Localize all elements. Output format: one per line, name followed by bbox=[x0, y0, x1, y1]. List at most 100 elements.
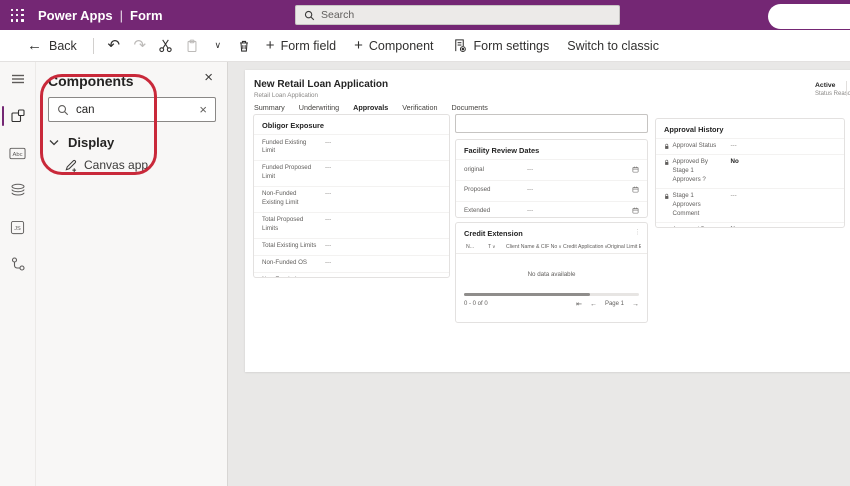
paste-dropdown-chevron[interactable]: ∨ bbox=[205, 30, 231, 62]
svg-text:JS: JS bbox=[14, 225, 21, 231]
calendar-icon[interactable] bbox=[632, 186, 639, 193]
left-rail: Abc JS bbox=[0, 62, 36, 486]
components-search-input[interactable]: can × bbox=[48, 97, 216, 122]
text-field-rail-icon[interactable]: Abc bbox=[0, 142, 36, 164]
scissors-icon bbox=[158, 38, 173, 53]
code-rail-icon[interactable]: JS bbox=[0, 216, 36, 238]
form-subtitle: Retail Loan Application bbox=[254, 92, 318, 99]
redo-icon: ↷ bbox=[134, 38, 147, 53]
search-placeholder: Search bbox=[321, 9, 354, 21]
close-icon[interactable]: × bbox=[204, 70, 213, 85]
delete-button[interactable] bbox=[231, 30, 257, 62]
date-field-row[interactable]: Extended --- bbox=[456, 201, 647, 218]
section-facility-review-dates: Facility Review Dates original --- Propo… bbox=[455, 139, 648, 218]
top-app-bar: Power Apps | Form Search bbox=[0, 0, 850, 30]
first-page-icon[interactable]: ⇤ bbox=[576, 300, 582, 308]
section-title: Approval History bbox=[656, 119, 844, 138]
table-header-row: N... T∨ Client Name & CIF No∨ Credit App… bbox=[456, 242, 647, 254]
section-credit-extension: Credit Extension ⋮ N... T∨ Client Name &… bbox=[455, 222, 648, 323]
back-arrow-icon: ← bbox=[27, 38, 42, 53]
add-form-field-button[interactable]: + Form field bbox=[257, 30, 345, 62]
lock-icon bbox=[664, 159, 670, 166]
redo-button[interactable]: ↷ bbox=[127, 30, 153, 62]
form-canvas: New Retail Loan Application Retail Loan … bbox=[228, 62, 850, 486]
column-header[interactable]: N... bbox=[466, 244, 488, 250]
form-preview[interactable]: New Retail Loan Application Retail Loan … bbox=[245, 70, 850, 372]
undo-button[interactable]: ↶ bbox=[101, 30, 127, 62]
column-header[interactable]: T∨ bbox=[488, 244, 506, 250]
field-row[interactable]: Non-Funded OS --- bbox=[254, 255, 449, 272]
field-row-locked[interactable]: Approval Status --- bbox=[656, 138, 844, 154]
trash-icon bbox=[237, 39, 251, 53]
field-row[interactable]: Funded Existing Limit --- bbox=[254, 134, 449, 160]
column-header[interactable]: Client Name & CIF No∨ bbox=[506, 244, 563, 250]
layers-rail-icon[interactable] bbox=[0, 179, 36, 201]
field-row-locked[interactable]: Approved By Stage 2 Approvers ? No bbox=[656, 222, 844, 228]
date-field-row[interactable]: Proposed --- bbox=[456, 180, 647, 201]
calendar-icon[interactable] bbox=[632, 166, 639, 173]
tree-view-rail-icon[interactable] bbox=[0, 253, 36, 275]
sort-chevron-icon: ∨ bbox=[558, 244, 561, 249]
svg-text:Abc: Abc bbox=[12, 151, 22, 157]
clear-search-icon[interactable]: × bbox=[199, 103, 207, 116]
table-footer: 0 - 0 of 0 ⇤ ← Page 1 → bbox=[456, 296, 647, 308]
field-row[interactable]: Funded Proposed Limit --- bbox=[254, 160, 449, 186]
add-component-button[interactable]: + Component bbox=[345, 30, 442, 62]
cut-button[interactable] bbox=[153, 30, 179, 62]
search-icon bbox=[304, 10, 315, 21]
status-block: Active Status Reason bbox=[815, 81, 850, 98]
previous-page-icon[interactable]: ← bbox=[590, 301, 597, 308]
sort-chevron-icon: ∨ bbox=[492, 244, 495, 249]
form-settings-button[interactable]: Form settings bbox=[443, 30, 559, 62]
switch-to-classic-button[interactable]: Switch to classic bbox=[558, 30, 668, 62]
chevron-down-icon: ∨ bbox=[215, 40, 222, 51]
undo-icon: ↶ bbox=[108, 38, 121, 53]
section-title: Facility Review Dates bbox=[456, 140, 647, 159]
plus-icon: + bbox=[266, 38, 275, 53]
more-icon[interactable]: ⋮ bbox=[634, 223, 647, 236]
empty-field-box[interactable] bbox=[455, 114, 648, 133]
brand-separator: | bbox=[120, 8, 123, 23]
panel-title: Components bbox=[48, 73, 134, 89]
field-row[interactable]: Non-Funded Existing Limit --- bbox=[254, 186, 449, 212]
search-value: can bbox=[76, 104, 95, 116]
display-group-header[interactable]: Display bbox=[49, 135, 114, 150]
global-search-input[interactable]: Search bbox=[295, 5, 620, 25]
section-title: Credit Extension bbox=[456, 223, 531, 242]
lock-icon bbox=[664, 227, 670, 228]
lock-icon bbox=[664, 193, 670, 200]
column-header[interactable]: Credit Application∨ bbox=[563, 244, 607, 250]
field-row-locked[interactable]: Approved By Stage 1 Approvers ? No bbox=[656, 154, 844, 188]
toolbar-divider bbox=[93, 38, 94, 54]
calendar-icon[interactable] bbox=[632, 207, 639, 214]
field-row-locked[interactable]: Stage 1 Approvers Comment --- bbox=[656, 188, 844, 222]
components-panel: Components × can × Display Canvas app bbox=[36, 62, 228, 486]
section-approval-history: Approval History Approval Status --- App… bbox=[655, 118, 845, 228]
lock-icon bbox=[664, 143, 670, 150]
app-brand: Power Apps | Form bbox=[38, 8, 163, 23]
empty-table-message: No data available bbox=[456, 271, 647, 278]
waffle-icon[interactable] bbox=[0, 0, 34, 30]
field-row[interactable]: Total Proposed Limits --- bbox=[254, 212, 449, 238]
status-label: Status Reason bbox=[815, 90, 850, 98]
next-page-icon[interactable]: → bbox=[632, 301, 639, 308]
command-bar: ← Back ↶ ↷ ∨ + Form field + Component bbox=[0, 30, 850, 62]
back-button[interactable]: ← Back bbox=[18, 30, 86, 62]
plus-icon: + bbox=[354, 38, 363, 53]
field-row[interactable]: Non-Funded Proposed Limit --- bbox=[254, 272, 449, 278]
column-header[interactable]: Original Limit Expiry bbox=[607, 244, 641, 250]
account-pill[interactable] bbox=[768, 4, 850, 29]
record-range: 0 - 0 of 0 bbox=[464, 301, 488, 307]
search-icon bbox=[57, 104, 69, 116]
status-divider bbox=[846, 81, 847, 96]
menu-icon[interactable] bbox=[0, 68, 36, 90]
app-title: Power Apps bbox=[38, 8, 113, 23]
clipboard-icon bbox=[185, 39, 199, 53]
components-rail-icon[interactable] bbox=[0, 105, 36, 127]
date-field-row[interactable]: original --- bbox=[456, 159, 647, 180]
component-item-canvas-app[interactable]: Canvas app bbox=[64, 158, 148, 172]
paste-button[interactable] bbox=[179, 30, 205, 62]
field-row[interactable]: Total Existing Limits --- bbox=[254, 238, 449, 255]
pagination: ⇤ ← Page 1 → bbox=[576, 300, 639, 308]
app-section-title: Form bbox=[130, 8, 163, 23]
